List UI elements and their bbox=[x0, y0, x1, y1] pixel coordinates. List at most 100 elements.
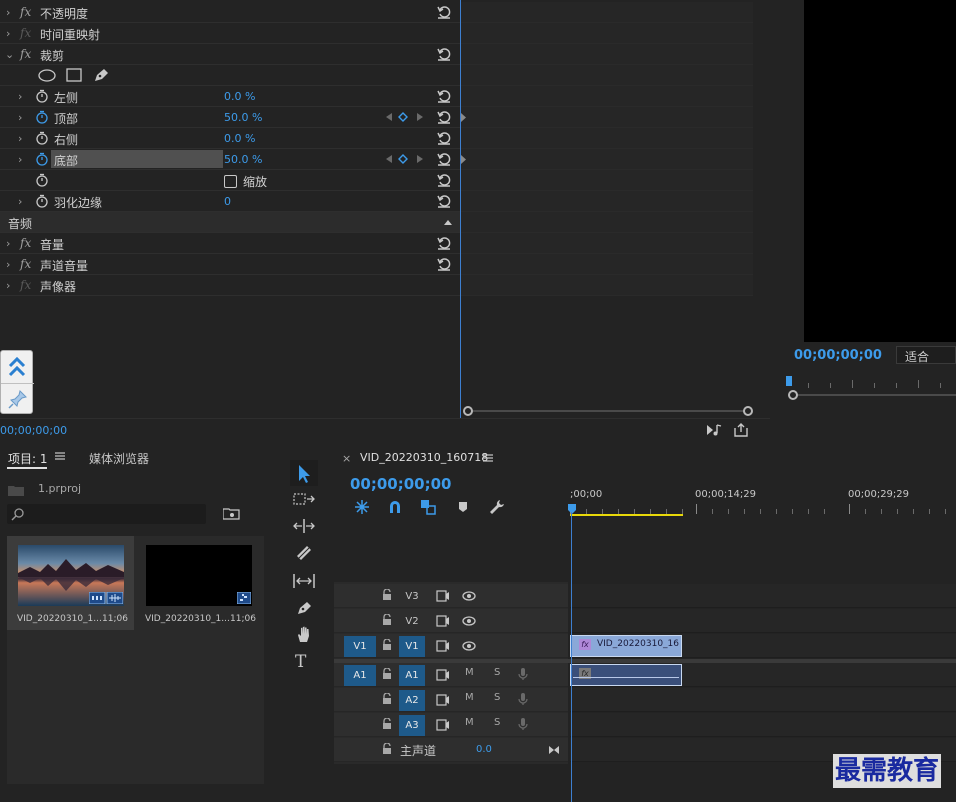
param-row-left[interactable]: › 左侧 0.0 % bbox=[0, 86, 460, 107]
linked-selection-icon[interactable] bbox=[420, 499, 436, 515]
timeline-playhead-handle[interactable] bbox=[568, 504, 576, 514]
reset-icon[interactable] bbox=[436, 193, 452, 209]
chevron-right-icon[interactable]: › bbox=[6, 27, 16, 40]
prev-keyframe-icon[interactable] bbox=[385, 154, 393, 164]
lock-icon[interactable] bbox=[382, 718, 392, 730]
track-target-a1[interactable]: A1 bbox=[399, 665, 425, 686]
program-playhead[interactable] bbox=[786, 376, 792, 386]
reset-icon[interactable] bbox=[436, 151, 452, 167]
param-row-top[interactable]: › 顶部 50.0 % bbox=[0, 107, 460, 128]
pen-tool-icon[interactable] bbox=[295, 599, 313, 617]
stopwatch-icon[interactable] bbox=[35, 89, 49, 103]
solo-button[interactable]: S bbox=[494, 717, 500, 728]
track-lane-v3[interactable] bbox=[570, 584, 956, 608]
next-keyframe-icon[interactable] bbox=[416, 154, 424, 164]
param-row-feather[interactable]: › 羽化边缘 0 bbox=[0, 191, 460, 212]
program-video-frame[interactable] bbox=[804, 0, 956, 342]
type-tool-icon[interactable]: T bbox=[295, 652, 306, 672]
reset-icon[interactable] bbox=[436, 4, 452, 20]
track-target-v1[interactable]: V1 bbox=[399, 636, 425, 657]
lock-icon[interactable] bbox=[382, 614, 392, 626]
microphone-icon[interactable] bbox=[518, 667, 528, 681]
mute-button[interactable]: M bbox=[465, 667, 474, 678]
track-lane-v1[interactable]: fx VID_20220310_16 bbox=[570, 634, 956, 658]
hand-tool-icon[interactable] bbox=[295, 625, 313, 643]
param-value-bottom[interactable]: 50.0 % bbox=[224, 153, 262, 166]
eye-icon[interactable] bbox=[462, 591, 476, 601]
stopwatch-active-icon[interactable] bbox=[35, 110, 49, 124]
add-keyframe-icon[interactable] bbox=[398, 112, 408, 122]
program-zoom-scrollbar[interactable] bbox=[788, 390, 956, 400]
project-item[interactable]: VID_20220310_1... 11;06 bbox=[7, 536, 134, 630]
effect-row-opacity[interactable]: › fx 不透明度 bbox=[0, 2, 460, 23]
pin-icon[interactable] bbox=[8, 389, 28, 409]
nest-toggle-icon[interactable] bbox=[354, 499, 370, 515]
stopwatch-active-icon[interactable] bbox=[35, 152, 49, 166]
chevron-right-icon[interactable]: › bbox=[18, 90, 28, 103]
track-lane-a1[interactable]: fx bbox=[570, 663, 956, 687]
collapse-up-icon[interactable] bbox=[443, 219, 453, 226]
eye-icon[interactable] bbox=[462, 616, 476, 626]
lock-icon[interactable] bbox=[382, 668, 392, 680]
work-area-bar[interactable] bbox=[570, 514, 683, 516]
chevron-right-icon[interactable]: › bbox=[18, 132, 28, 145]
go-to-end-icon[interactable] bbox=[548, 745, 560, 755]
param-row-zoom[interactable]: 缩放 bbox=[0, 170, 460, 191]
zoom-checkbox[interactable] bbox=[224, 175, 237, 188]
project-item[interactable]: VID_20220310_1... 11;06 bbox=[137, 536, 264, 630]
add-keyframe-icon[interactable] bbox=[398, 154, 408, 164]
eye-icon[interactable] bbox=[462, 641, 476, 651]
panel-menu-icon[interactable] bbox=[55, 451, 65, 461]
ellipse-mask-icon[interactable] bbox=[38, 69, 56, 82]
pen-mask-icon[interactable] bbox=[92, 67, 110, 83]
track-lane-v2[interactable] bbox=[570, 609, 956, 633]
stopwatch-icon[interactable] bbox=[35, 173, 49, 187]
keyframe-zoom-scrollbar[interactable] bbox=[463, 406, 753, 416]
sync-lock-icon[interactable] bbox=[436, 669, 450, 681]
mute-button[interactable]: M bbox=[465, 717, 474, 728]
effect-row-volume[interactable]: › fx 音量 bbox=[0, 233, 460, 254]
chevron-right-icon[interactable]: › bbox=[6, 279, 16, 292]
microphone-icon[interactable] bbox=[518, 692, 528, 706]
solo-button[interactable]: S bbox=[494, 692, 500, 703]
wrench-settings-icon[interactable] bbox=[489, 499, 505, 515]
param-value-right[interactable]: 0.0 % bbox=[224, 132, 255, 145]
reset-icon[interactable] bbox=[436, 109, 452, 125]
program-ruler[interactable] bbox=[786, 376, 956, 388]
chevron-right-icon[interactable]: › bbox=[18, 111, 28, 124]
effect-row-channel-volume[interactable]: › fx 声道音量 bbox=[0, 254, 460, 275]
solo-button[interactable]: S bbox=[494, 667, 500, 678]
next-keyframe-icon[interactable] bbox=[416, 112, 424, 122]
sync-lock-icon[interactable] bbox=[436, 590, 450, 602]
floating-side-widget[interactable] bbox=[0, 350, 34, 414]
reset-icon[interactable] bbox=[436, 172, 452, 188]
track-target-v3[interactable]: V3 bbox=[399, 586, 425, 607]
master-volume-value[interactable]: 0.0 bbox=[476, 744, 492, 755]
param-value-feather[interactable]: 0 bbox=[224, 195, 231, 208]
double-chevron-up-icon[interactable] bbox=[7, 356, 27, 378]
close-sequence-icon[interactable]: × bbox=[342, 452, 351, 465]
scrollbar-handle-left[interactable] bbox=[788, 390, 798, 400]
track-target-a3[interactable]: A3 bbox=[399, 715, 425, 736]
stopwatch-icon[interactable] bbox=[35, 131, 49, 145]
reset-icon[interactable] bbox=[436, 130, 452, 146]
snap-magnet-icon[interactable] bbox=[387, 499, 403, 515]
param-value-left[interactable]: 0.0 % bbox=[224, 90, 255, 103]
track-target-a2[interactable]: A2 bbox=[399, 690, 425, 711]
sync-lock-icon[interactable] bbox=[436, 615, 450, 627]
timeline-playhead-line[interactable] bbox=[571, 512, 572, 802]
keyframe-marker-icon[interactable] bbox=[461, 113, 467, 122]
chevron-right-icon[interactable]: › bbox=[18, 195, 28, 208]
effect-timecode[interactable]: 00;00;00;00 bbox=[0, 424, 67, 437]
lock-icon[interactable] bbox=[382, 589, 392, 601]
param-row-bottom[interactable]: › 底部 50.0 % bbox=[0, 149, 460, 170]
fx-icon[interactable]: fx bbox=[20, 5, 31, 19]
chevron-right-icon[interactable]: › bbox=[6, 258, 16, 271]
new-bin-icon[interactable] bbox=[223, 507, 241, 521]
audio-section-header[interactable]: 音频 bbox=[0, 212, 460, 233]
reset-icon[interactable] bbox=[436, 256, 452, 272]
effect-row-crop[interactable]: ⌄ fx 裁剪 bbox=[0, 44, 460, 65]
effect-row-time-remap[interactable]: › fx 时间重映射 bbox=[0, 23, 460, 44]
sync-lock-icon[interactable] bbox=[436, 640, 450, 652]
sequence-tab[interactable]: VID_20220310_160718 bbox=[360, 451, 488, 464]
